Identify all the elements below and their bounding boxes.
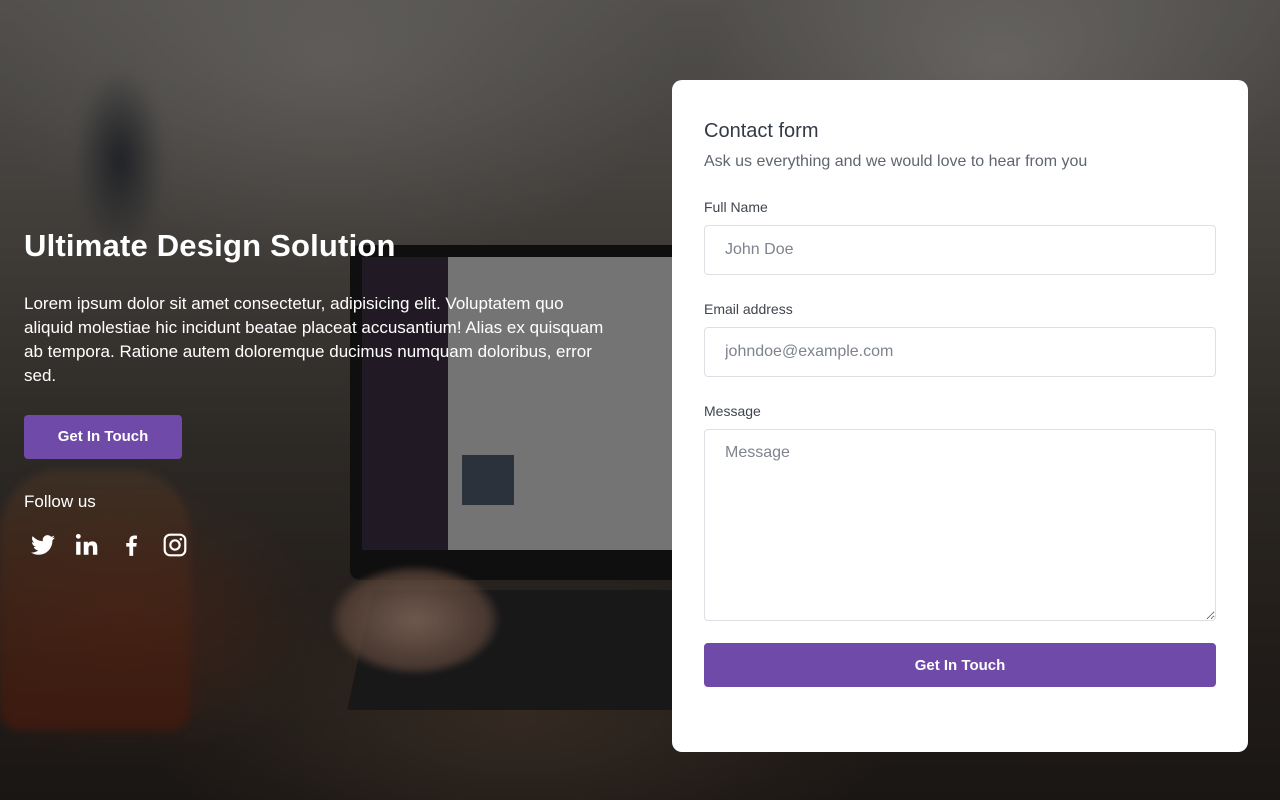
hero-get-in-touch-button[interactable]: Get In Touch: [24, 415, 182, 459]
social-links: [30, 532, 624, 558]
hero-section: Ultimate Design Solution Lorem ipsum dol…: [24, 228, 624, 558]
instagram-icon[interactable]: [162, 532, 188, 558]
email-group: Email address: [704, 301, 1216, 377]
email-label: Email address: [704, 301, 793, 317]
form-title: Contact form: [704, 120, 819, 142]
message-textarea[interactable]: [704, 429, 1216, 621]
form-subtitle: Ask us everything and we would love to h…: [704, 153, 1088, 170]
submit-button[interactable]: Get In Touch: [704, 643, 1216, 687]
hero-title: Ultimate Design Solution: [24, 228, 396, 263]
full-name-label: Full Name: [704, 199, 768, 215]
full-name-input[interactable]: [704, 225, 1216, 275]
twitter-icon[interactable]: [30, 532, 56, 558]
hero-description: Lorem ipsum dolor sit amet consectetur, …: [24, 294, 604, 385]
message-group: Message: [704, 403, 1216, 621]
contact-form-card: Contact form Ask us everything and we wo…: [672, 80, 1248, 752]
facebook-icon[interactable]: [118, 532, 144, 558]
follow-us-label: Follow us: [24, 492, 96, 511]
message-label: Message: [704, 403, 761, 419]
email-input[interactable]: [704, 327, 1216, 377]
full-name-group: Full Name: [704, 199, 1216, 275]
linkedin-icon[interactable]: [74, 532, 100, 558]
